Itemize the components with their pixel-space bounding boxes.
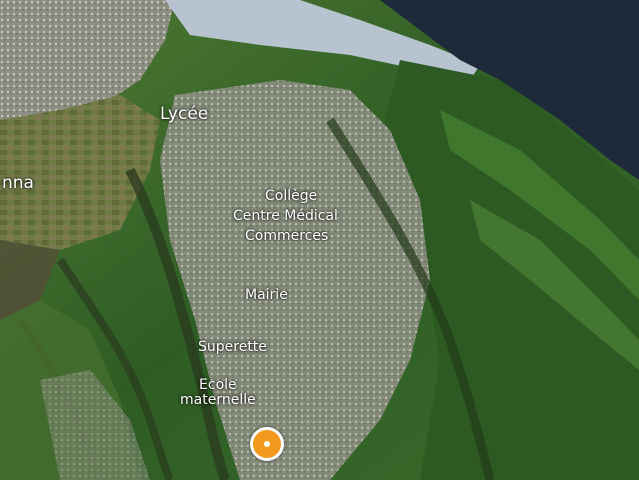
label-superette: Superette (198, 339, 267, 355)
label-college: Collège (265, 188, 318, 204)
satellite-map[interactable]: Lycée nna Collège Centre Médical Commerc… (0, 0, 639, 480)
label-centre-medical: Centre Médical (233, 208, 338, 224)
location-marker-icon[interactable] (250, 427, 284, 461)
marker-center-dot (264, 441, 270, 447)
label-ecole-maternelle: Ecole maternelle (180, 378, 256, 407)
label-anna: nna (2, 173, 34, 193)
label-commerces: Commerces (245, 228, 329, 244)
label-ecole-line1: Ecole (199, 377, 237, 393)
label-ecole-line2: maternelle (180, 391, 256, 408)
label-mairie: Mairie (245, 287, 288, 303)
label-lycee: Lycée (160, 104, 209, 124)
